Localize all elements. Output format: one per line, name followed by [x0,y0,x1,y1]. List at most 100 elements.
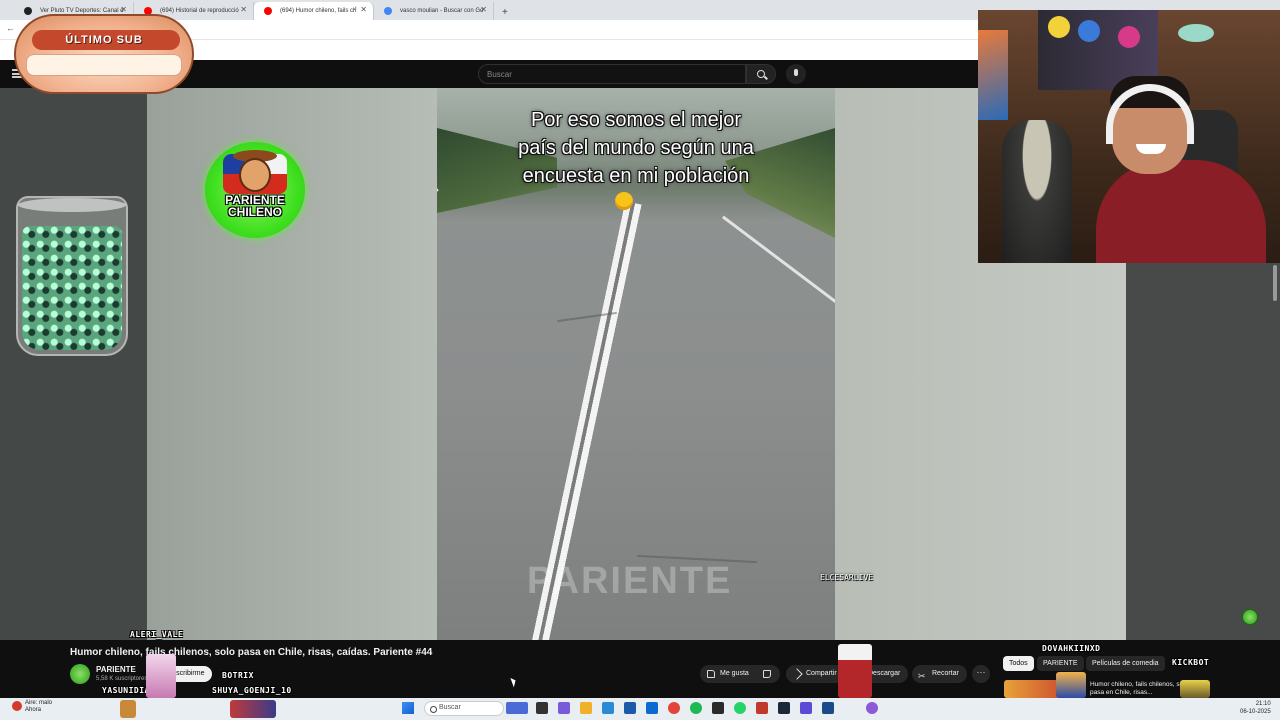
video-watermark: PARIENTE [527,560,733,602]
avatar-sprite [838,644,872,698]
taskbar-app-icon[interactable] [558,702,570,714]
channel-name[interactable]: PARIENTE [96,665,136,674]
weather-subtitle: Ahora [25,707,42,713]
logo-text: PARIENTE CHILENO [205,194,305,218]
chat-viewer-name: BOTRIX [222,671,254,680]
taskbar-app-icon[interactable] [822,702,834,714]
dislike-button[interactable] [756,665,780,683]
jar-kick-icons-fill [22,226,122,350]
browser-tab-google[interactable]: vasco moulian - Buscar con Go ✕ [374,2,494,20]
logo-text-line: CHILENO [228,205,282,219]
close-tab-icon[interactable]: ✕ [240,5,247,14]
close-tab-icon[interactable]: ✕ [480,5,487,14]
webcam-feed [978,10,1280,263]
more-actions-button[interactable]: ··· [972,665,990,683]
chip-pariente[interactable]: PARIENTE [1037,656,1084,671]
last-sub-name-box [26,54,182,76]
pluto-favicon-icon [24,7,32,15]
speaker-icon[interactable]: ♪ [354,5,358,12]
tab-label: (694) Humor chileno, fails ch [280,8,357,14]
plush-toy [1078,20,1100,42]
caption-line: encuesta en mi población [522,165,750,187]
steam-icon[interactable] [778,702,790,714]
youtube-favicon-icon [264,7,272,15]
share-button[interactable]: Compartir [786,665,845,683]
skull-figure [1002,120,1072,263]
air-quality-icon[interactable] [12,701,22,711]
weather-widget[interactable]: Aire: malo Ahora [25,700,52,714]
tab-label: vasco moulian - Buscar con Go [400,8,484,14]
taskbar-app-icon[interactable] [800,702,812,714]
chip-peliculas-comedia[interactable]: Películas de comedia [1086,656,1165,671]
close-tab-icon[interactable]: ✕ [120,5,127,14]
taskbar-app-icon[interactable] [866,702,878,714]
chip-todos[interactable]: Todos [1003,656,1034,671]
mascot-face-graphic [239,158,271,192]
plush-toy [1118,26,1140,48]
plush-toy [1178,24,1214,42]
chat-viewer-name: KICKBOT [1172,658,1210,667]
terminal-icon[interactable] [712,702,724,714]
spotify-icon[interactable] [690,702,702,714]
video-frame[interactable]: Por eso somos el mejor país del mundo se… [437,88,835,640]
taskbar-app-icon[interactable] [756,702,768,714]
search-button[interactable] [746,64,776,84]
task-view-icon[interactable] [536,702,548,714]
video-title: Humor chileno, fails chilenos, solo pasa… [70,647,433,658]
new-tab-button[interactable]: + [494,7,516,20]
taskbar-search-input[interactable]: Buscar [424,701,504,716]
weather-title: Aire: malo [25,700,53,706]
channel-avatar[interactable] [70,664,90,684]
whatsapp-icon[interactable] [734,702,746,714]
search-input[interactable]: Buscar [478,64,746,84]
thumbs-up-icon [707,670,715,678]
taskbar-sprite [120,700,136,718]
pariente-floating-icon [1242,609,1258,625]
chat-viewer-name: DOVAHKIINXD [1042,644,1101,653]
player-right-panel [1126,262,1280,640]
kick-jar-widget [16,196,128,356]
search-icon [757,70,765,78]
streamer-handle: ELCESARLIVE [820,573,873,582]
file-explorer-icon[interactable] [580,702,592,714]
windows-taskbar [0,698,1280,720]
share-label: Compartir [806,670,837,677]
chrome-icon[interactable] [668,702,680,714]
page-scrollbar[interactable] [1273,265,1277,301]
like-button[interactable]: Me gusta [700,665,757,683]
system-clock[interactable]: 21:10 06-10-2025 [1240,700,1271,716]
chat-viewer-name: YASUNIDIA [102,686,150,695]
scissors-icon [918,667,927,685]
laughing-emoji-icon [615,192,633,210]
related-video-title[interactable]: Humor chileno, fails chilenos, solo pasa… [1090,681,1190,698]
taskbar-app-icon[interactable] [624,702,636,714]
wall-poster [978,30,1008,120]
last-sub-label: ÚLTIMO SUB [65,34,143,46]
edge-icon[interactable] [602,702,614,714]
tab-label: (694) Historial de reproducció [160,8,239,14]
voice-search-mic-icon[interactable] [786,64,806,84]
clock-date: 06-10-2025 [1240,709,1271,715]
google-favicon-icon [384,7,392,15]
outlook-icon[interactable] [646,702,658,714]
taskbar-widget-icon[interactable] [506,702,528,714]
browser-tab-humor-active[interactable]: (694) Humor chileno, fails ch ♪ ✕ [254,2,374,20]
streamer-body [1096,160,1266,263]
caption-line: Por eso somos el mejor [530,109,742,131]
clip-label: Recortar [932,670,959,677]
player-left-panel [0,88,147,640]
thumbs-down-icon [763,670,771,678]
last-sub-banner: ÚLTIMO SUB [14,14,194,94]
pariente-chileno-logo: PARIENTE CHILENO [205,142,305,238]
caption-line: país del mundo según una [518,137,754,159]
windows-start-icon[interactable] [402,702,414,714]
clip-button[interactable]: Recortar [912,665,967,685]
chat-viewer-name: ALERI_VALE [130,630,184,639]
back-arrow-icon[interactable]: ← [6,23,15,33]
chat-viewer-name: SHUYA_GOENJI_10 [212,686,292,695]
plush-toy [1048,16,1070,38]
jar-lid [18,198,126,212]
close-tab-icon[interactable]: ✕ [360,5,367,14]
download-label: Descargar [868,670,901,677]
clock-time: 21:10 [1255,701,1271,707]
